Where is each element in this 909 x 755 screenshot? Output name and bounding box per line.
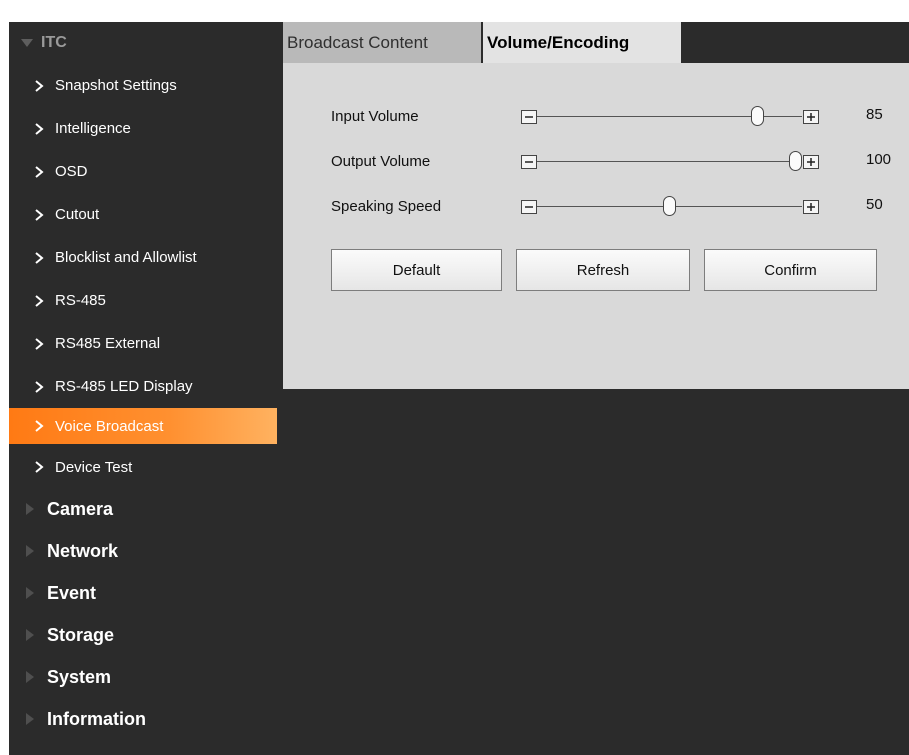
triangle-right-icon bbox=[26, 629, 34, 641]
sidebar-item-system[interactable]: System bbox=[9, 656, 277, 698]
sidebar-item-storage[interactable]: Storage bbox=[9, 614, 277, 656]
minus-icon[interactable] bbox=[521, 200, 537, 214]
chevron-right-icon bbox=[32, 165, 46, 179]
input-volume-label: Input Volume bbox=[331, 108, 419, 125]
sidebar-item-label: Blocklist and Allowlist bbox=[55, 249, 197, 266]
sidebar-item-voice-broadcast[interactable]: Voice Broadcast bbox=[9, 408, 277, 444]
sidebar-item-information[interactable]: Information bbox=[9, 698, 277, 740]
tab-broadcast-content[interactable]: Broadcast Content bbox=[283, 22, 481, 63]
sidebar-item-label: System bbox=[47, 666, 112, 687]
sidebar-item-cutout[interactable]: Cutout bbox=[9, 193, 277, 236]
chevron-right-icon bbox=[32, 208, 46, 222]
app-frame: ITC Snapshot Settings Intelligence OSD C… bbox=[9, 22, 909, 755]
sidebar-item-label: ITC bbox=[41, 34, 67, 51]
sidebar-item-rs485-led-display[interactable]: RS-485 LED Display bbox=[9, 365, 277, 408]
triangle-right-icon bbox=[26, 671, 34, 683]
sidebar-item-intelligence[interactable]: Intelligence bbox=[9, 107, 277, 150]
plus-icon[interactable] bbox=[803, 155, 819, 169]
triangle-right-icon bbox=[26, 545, 34, 557]
sidebar-item-snapshot-settings[interactable]: Snapshot Settings bbox=[9, 64, 277, 107]
output-volume-value: 100 bbox=[866, 151, 892, 168]
sidebar-item-label: Snapshot Settings bbox=[55, 77, 177, 94]
chevron-right-icon bbox=[32, 380, 46, 394]
slider-track[interactable] bbox=[537, 161, 802, 162]
sidebar-item-label: Information bbox=[47, 708, 146, 729]
sidebar-item-osd[interactable]: OSD bbox=[9, 150, 277, 193]
sidebar-item-rs485-external[interactable]: RS485 External bbox=[9, 322, 277, 365]
slider-thumb[interactable] bbox=[663, 196, 676, 216]
chevron-right-icon bbox=[32, 294, 46, 308]
speaking-speed-value: 50 bbox=[866, 196, 883, 213]
triangle-right-icon bbox=[26, 503, 34, 515]
output-volume-slider[interactable] bbox=[521, 151, 820, 175]
sidebar-item-label: Device Test bbox=[55, 458, 133, 476]
minus-icon[interactable] bbox=[521, 110, 537, 124]
triangle-right-icon bbox=[26, 587, 34, 599]
input-volume-value: 85 bbox=[866, 106, 883, 123]
confirm-button[interactable]: Confirm bbox=[704, 249, 877, 291]
sidebar-item-label: RS485 External bbox=[55, 335, 161, 352]
slider-thumb[interactable] bbox=[789, 151, 802, 171]
default-button[interactable]: Default bbox=[331, 249, 502, 291]
sidebar-item-label: RS-485 LED Display bbox=[55, 378, 193, 395]
sidebar: ITC Snapshot Settings Intelligence OSD C… bbox=[9, 22, 277, 755]
volume-encoding-panel: Broadcast Content Volume/Encoding Input … bbox=[283, 22, 909, 389]
speaking-speed-label: Speaking Speed bbox=[331, 198, 442, 215]
tab-bar: Broadcast Content Volume/Encoding bbox=[283, 22, 909, 63]
chevron-right-icon bbox=[32, 337, 46, 351]
plus-icon[interactable] bbox=[803, 200, 819, 214]
triangle-down-icon bbox=[21, 39, 33, 47]
chevron-right-icon bbox=[32, 79, 46, 93]
sidebar-item-device-test[interactable]: Device Test bbox=[9, 446, 277, 488]
chevron-right-icon bbox=[32, 419, 46, 433]
sidebar-item-label: Voice Broadcast bbox=[55, 417, 164, 435]
sidebar-item-network[interactable]: Network bbox=[9, 530, 277, 572]
sidebar-item-label: Cutout bbox=[55, 206, 100, 223]
refresh-button[interactable]: Refresh bbox=[516, 249, 690, 291]
input-volume-slider[interactable] bbox=[521, 106, 820, 130]
speaking-speed-slider[interactable] bbox=[521, 196, 820, 220]
chevron-right-icon bbox=[32, 251, 46, 265]
sidebar-item-rs485[interactable]: RS-485 bbox=[9, 279, 277, 322]
sidebar-item-camera[interactable]: Camera bbox=[9, 488, 277, 530]
triangle-right-icon bbox=[26, 713, 34, 725]
chevron-right-icon bbox=[32, 460, 46, 474]
sidebar-item-label: Network bbox=[47, 540, 119, 561]
chevron-right-icon bbox=[32, 122, 46, 136]
minus-icon[interactable] bbox=[521, 155, 537, 169]
sidebar-item-label: Event bbox=[47, 582, 97, 603]
sidebar-item-blocklist-allowlist[interactable]: Blocklist and Allowlist bbox=[9, 236, 277, 279]
slider-thumb[interactable] bbox=[751, 106, 764, 126]
sidebar-item-event[interactable]: Event bbox=[9, 572, 277, 614]
sidebar-item-label: OSD bbox=[55, 163, 88, 180]
sidebar-item-label: RS-485 bbox=[55, 292, 106, 309]
sidebar-item-label: Camera bbox=[47, 498, 114, 519]
plus-icon[interactable] bbox=[803, 110, 819, 124]
sidebar-item-label: Storage bbox=[47, 624, 115, 645]
output-volume-label: Output Volume bbox=[331, 153, 431, 170]
tab-volume-encoding[interactable]: Volume/Encoding bbox=[483, 22, 681, 63]
sidebar-item-label: Intelligence bbox=[55, 120, 131, 137]
sidebar-item-itc[interactable]: ITC bbox=[9, 22, 277, 64]
